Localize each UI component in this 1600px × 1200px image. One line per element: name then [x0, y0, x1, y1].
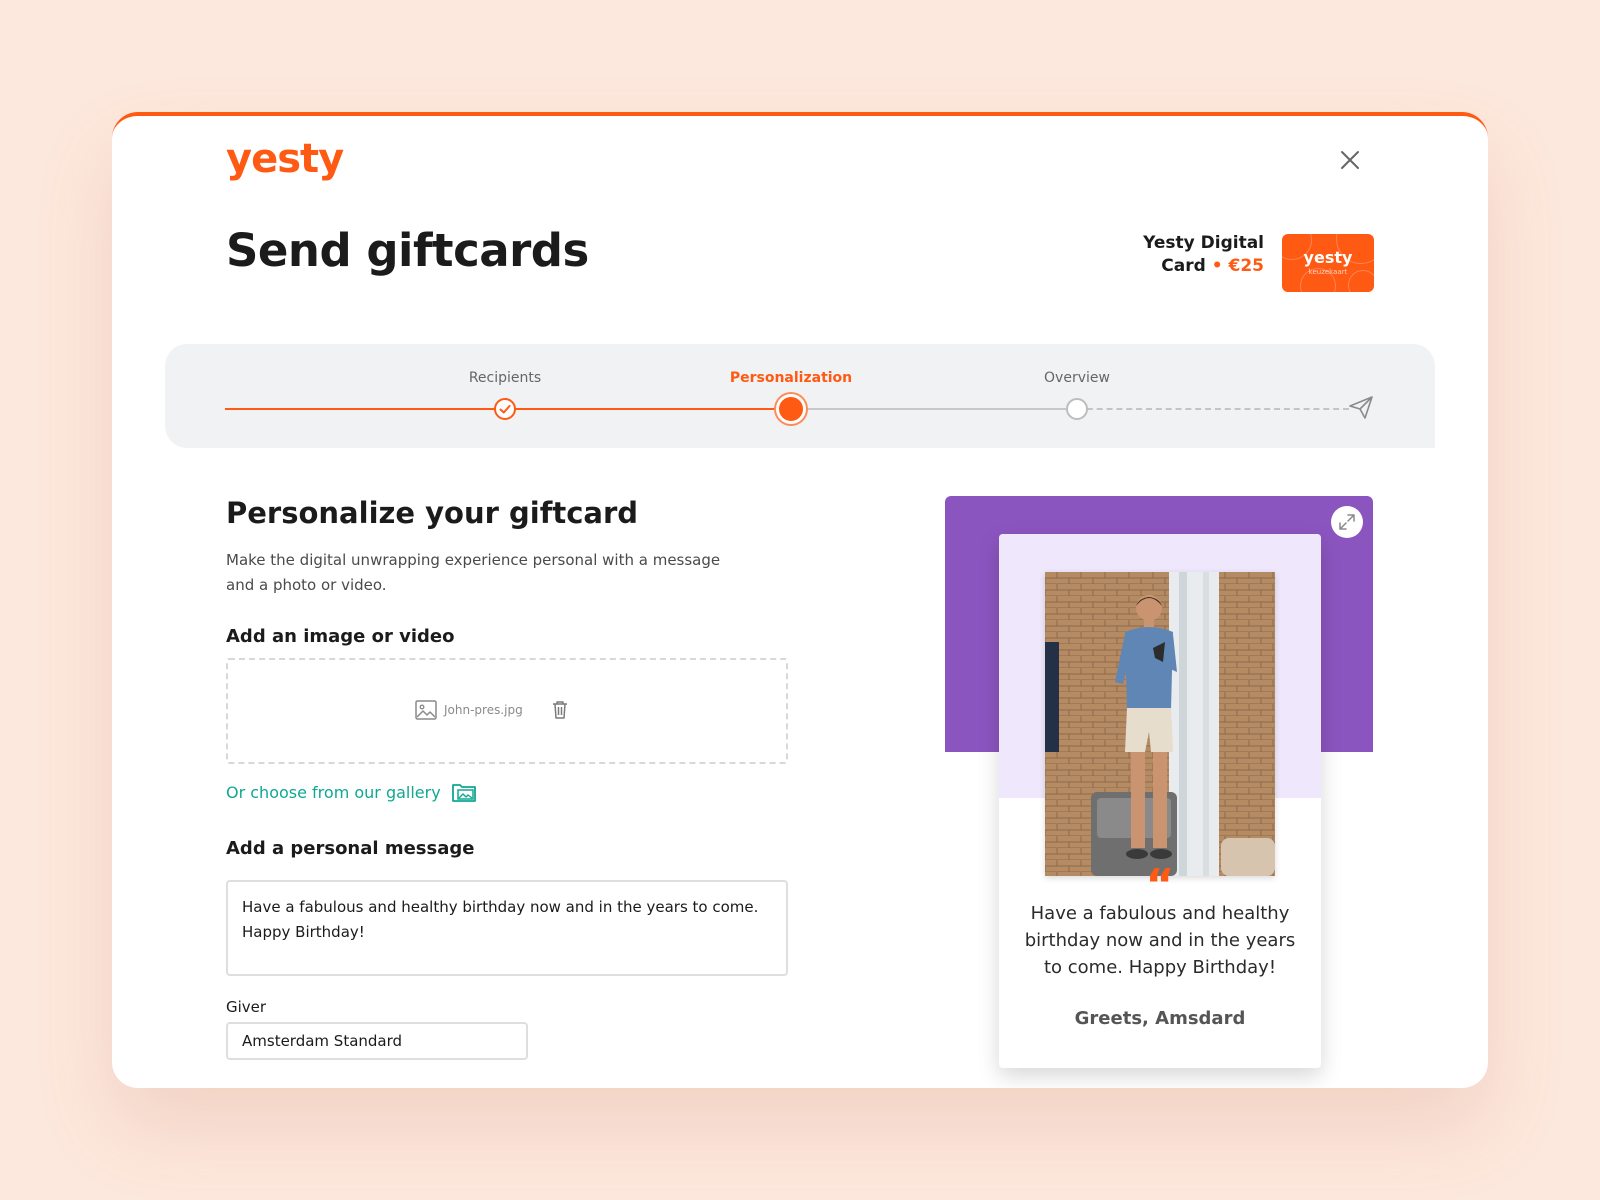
yesty-logo[interactable]: yesty — [226, 136, 344, 182]
intro-line-1: Make the digital unwrapping experience p… — [226, 551, 721, 569]
progress-line-final — [1077, 408, 1349, 410]
giver-input[interactable] — [226, 1022, 528, 1060]
uploaded-file: John-pres.jpg — [414, 698, 569, 722]
product-name-line1: Yesty Digital — [1143, 233, 1264, 253]
gallery-folder-icon — [451, 784, 476, 802]
preview-photo — [1045, 572, 1275, 876]
file-name: John-pres.jpg — [444, 703, 523, 717]
giftcard-modal: yesty Send giftcards Yesty Digital Card … — [112, 112, 1488, 1088]
step-overview-node[interactable] — [1066, 398, 1088, 420]
giftcard-thumbnail: yesty keuzekaart — [1282, 234, 1374, 292]
image-file-icon — [415, 700, 437, 720]
expand-icon — [1339, 514, 1355, 530]
preview-signature: Greets, Amsdard — [1074, 1008, 1246, 1029]
close-button[interactable] — [1338, 148, 1362, 172]
progress-stepper: Recipients Personalization Overview — [165, 344, 1435, 448]
card-thumb-subtitle: keuzekaart — [1308, 268, 1348, 276]
giftcard-preview: “ Have a fabulous and healthy birthday n… — [945, 496, 1373, 1088]
preview-message: Have a fabulous and healthy birthday now… — [1023, 900, 1297, 981]
step-label-overview[interactable]: Overview — [1044, 370, 1110, 386]
card-thumb-logo: yesty — [1303, 248, 1353, 267]
step-personalization-active[interactable] — [776, 394, 806, 424]
intro-line-2: and a photo or video. — [226, 576, 387, 594]
expand-preview-button[interactable] — [1331, 506, 1363, 538]
gallery-link-label: Or choose from our gallery — [226, 782, 441, 802]
close-icon — [1341, 151, 1359, 169]
product-summary: Yesty Digital Card • €25 — [1122, 232, 1264, 278]
giver-label: Giver — [226, 998, 267, 1016]
progress-line-pending — [791, 408, 1077, 410]
delete-file-button[interactable] — [551, 700, 569, 720]
paper-plane-icon — [1349, 396, 1373, 419]
step-recipients-check[interactable] — [494, 398, 516, 420]
media-dropzone[interactable]: John-pres.jpg — [226, 658, 788, 764]
gallery-link[interactable]: Or choose from our gallery — [226, 780, 479, 804]
media-label: Add an image or video — [226, 626, 455, 647]
product-price: €25 — [1228, 256, 1265, 276]
step-label-personalization[interactable]: Personalization — [730, 370, 852, 386]
message-label: Add a personal message — [226, 838, 475, 859]
section-title: Personalize your giftcard — [226, 496, 639, 530]
step-label-recipients[interactable]: Recipients — [469, 370, 541, 386]
preview-message-line-1: Have a fabulous and healthy — [1030, 903, 1290, 924]
page-title: Send giftcards — [226, 224, 589, 277]
trash-icon — [552, 701, 567, 719]
check-icon — [499, 405, 511, 414]
preview-message-line-2: birthday now and in the years — [1024, 930, 1296, 951]
product-name-line2-row: Card • €25 — [1122, 255, 1264, 278]
personal-message-input[interactable]: Have a fabulous and healthy birthday now… — [226, 880, 788, 976]
preview-card: “ Have a fabulous and healthy birthday n… — [999, 534, 1321, 1068]
product-separator: • — [1211, 256, 1223, 276]
preview-message-line-3: to come. Happy Birthday! — [1043, 957, 1277, 978]
product-name-line2: Card — [1161, 256, 1206, 276]
intro-text: Make the digital unwrapping experience p… — [226, 548, 726, 598]
